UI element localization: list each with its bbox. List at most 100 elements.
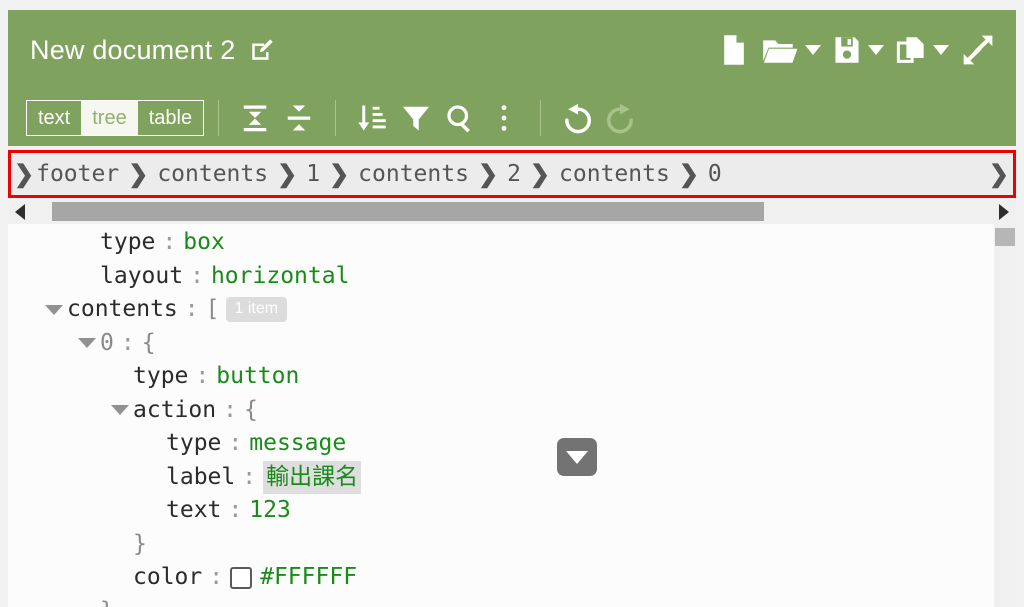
json-colon: :	[190, 262, 204, 289]
chevron-down-icon	[868, 45, 884, 55]
json-tree: type: box layout: horizontal contents:[1 ite…	[8, 224, 362, 607]
vertical-scrollbar[interactable]	[994, 224, 1016, 607]
copy-icon[interactable]	[889, 27, 928, 73]
tree-toggle-expanded-icon[interactable]	[41, 304, 67, 315]
chevron-down-icon	[566, 450, 588, 464]
json-tree-row[interactable]: type: box	[8, 226, 361, 260]
chevron-down-icon	[933, 45, 949, 55]
breadcrumb-item-contents-2[interactable]: contents	[358, 161, 469, 187]
json-open-bracket: {	[141, 329, 156, 356]
save-dropdown-caret[interactable]	[863, 27, 889, 73]
floppy-disk-icon[interactable]	[826, 27, 863, 73]
chevron-right-icon[interactable]	[992, 200, 1016, 224]
json-tree-row[interactable]: }	[8, 528, 361, 562]
kebab-menu-icon[interactable]	[482, 96, 526, 140]
json-key[interactable]: type	[166, 427, 221, 461]
tree-toggle-expanded-icon[interactable]	[74, 338, 100, 349]
json-tree-row[interactable]: label: 輸出課名	[8, 460, 362, 495]
breadcrumb: ❯ footer ❯ contents ❯ 1 ❯ contents ❯ 2 ❯…	[8, 150, 1016, 198]
json-key[interactable]: action	[133, 394, 216, 428]
json-colon: :	[242, 463, 257, 490]
json-colon: :	[228, 497, 243, 523]
json-colon: :	[209, 564, 224, 590]
json-tree-row[interactable]: color: #FFFFFF	[8, 561, 361, 595]
json-tree-row[interactable]: contents:[1 item	[8, 293, 361, 327]
json-key[interactable]: label	[166, 461, 235, 495]
tree-toggle-expanded-icon[interactable]	[107, 405, 133, 416]
json-closing-brace: }	[133, 530, 147, 557]
breadcrumb-separator: ❯	[128, 160, 149, 188]
json-value[interactable]: button	[216, 360, 299, 394]
open-dropdown-caret[interactable]	[800, 27, 826, 73]
copy-dropdown-caret[interactable]	[928, 27, 954, 73]
collapse-all-icon[interactable]	[277, 96, 321, 140]
json-editor-window: New document 2 text tree table ❯ footer …	[0, 0, 1024, 607]
json-key[interactable]: type	[133, 360, 188, 394]
breadcrumb-item-contents-3[interactable]: contents	[559, 161, 670, 187]
breadcrumb-item-index-2[interactable]: 2	[507, 161, 521, 187]
expand-all-icon[interactable]	[233, 96, 277, 140]
json-key[interactable]: color	[133, 561, 202, 595]
json-value[interactable]: horizontal	[211, 260, 349, 294]
json-colon: :	[184, 296, 199, 322]
json-tree-row[interactable]: text:123	[8, 494, 361, 528]
json-tree-row[interactable]: layout: horizontal	[8, 260, 361, 294]
mode-table-button[interactable]: table	[138, 101, 203, 135]
json-tree-row[interactable]: type: message	[8, 427, 361, 461]
editor-toolbar: text tree table	[8, 90, 1016, 146]
toolbar-divider	[335, 100, 337, 136]
breadcrumb-item-index-1[interactable]: 1	[306, 161, 320, 187]
json-colon: :	[195, 363, 210, 389]
color-swatch[interactable]	[230, 566, 253, 589]
json-open-bracket: {	[243, 396, 258, 423]
json-tree-row[interactable]: }	[8, 595, 361, 607]
mode-text-button[interactable]: text	[27, 101, 81, 135]
file-icon[interactable]	[713, 27, 755, 73]
horizontal-scroll-thumb[interactable]	[52, 202, 764, 221]
mode-tree-button[interactable]: tree	[81, 101, 138, 135]
json-value[interactable]: 123	[249, 494, 291, 528]
json-key[interactable]: contents	[67, 293, 178, 327]
json-key[interactable]: 0	[100, 327, 114, 361]
json-value[interactable]: box	[183, 226, 225, 260]
folder-open-icon[interactable]	[755, 27, 800, 73]
breadcrumb-item-contents-1[interactable]: contents	[157, 161, 268, 187]
redo-icon[interactable]	[599, 96, 643, 140]
title-bar: New document 2	[8, 10, 1016, 90]
json-colon: :	[162, 229, 177, 255]
mode-switch-group: text tree table	[26, 100, 205, 136]
json-value-selected[interactable]: 輸出課名	[263, 460, 362, 494]
breadcrumb-leading-chevron: ❯	[14, 160, 35, 188]
breadcrumb-item-index-0[interactable]: 0	[708, 161, 722, 187]
json-value[interactable]: message	[249, 427, 346, 461]
json-key[interactable]: layout	[100, 260, 183, 294]
json-colon: :	[120, 329, 135, 356]
json-tree-row[interactable]: action:{	[8, 394, 361, 428]
horizontal-scrollbar[interactable]	[8, 200, 1016, 224]
chevron-left-icon[interactable]	[8, 200, 32, 224]
json-colon: :	[228, 430, 243, 456]
document-title: New document 2	[30, 34, 236, 65]
filter-icon[interactable]	[394, 96, 438, 140]
json-tree-row[interactable]: type: button	[8, 360, 361, 394]
json-key[interactable]: text	[166, 494, 221, 528]
chevron-down-icon	[805, 45, 821, 55]
breadcrumb-separator: ❯	[477, 160, 499, 188]
vertical-scroll-thumb[interactable]	[995, 228, 1015, 246]
expand-arrows-icon[interactable]	[954, 27, 1002, 73]
title-action-group	[713, 27, 1002, 73]
undo-icon[interactable]	[555, 96, 599, 140]
value-type-dropdown[interactable]	[557, 438, 597, 476]
json-key[interactable]: type	[100, 226, 155, 260]
toolbar-divider	[218, 100, 220, 136]
breadcrumb-separator: ❯	[678, 160, 699, 188]
sort-icon[interactable]	[350, 96, 394, 140]
breadcrumb-item-footer[interactable]: footer	[36, 161, 119, 187]
json-tree-row[interactable]: 0:{	[8, 327, 361, 361]
horizontal-scroll-track[interactable]	[32, 200, 992, 224]
json-open-bracket: [	[205, 296, 220, 322]
search-icon[interactable]	[438, 96, 482, 140]
pencil-square-icon[interactable]	[249, 37, 275, 63]
arrow-right-shape	[999, 204, 1009, 220]
json-value[interactable]: #FFFFFF	[260, 561, 357, 595]
